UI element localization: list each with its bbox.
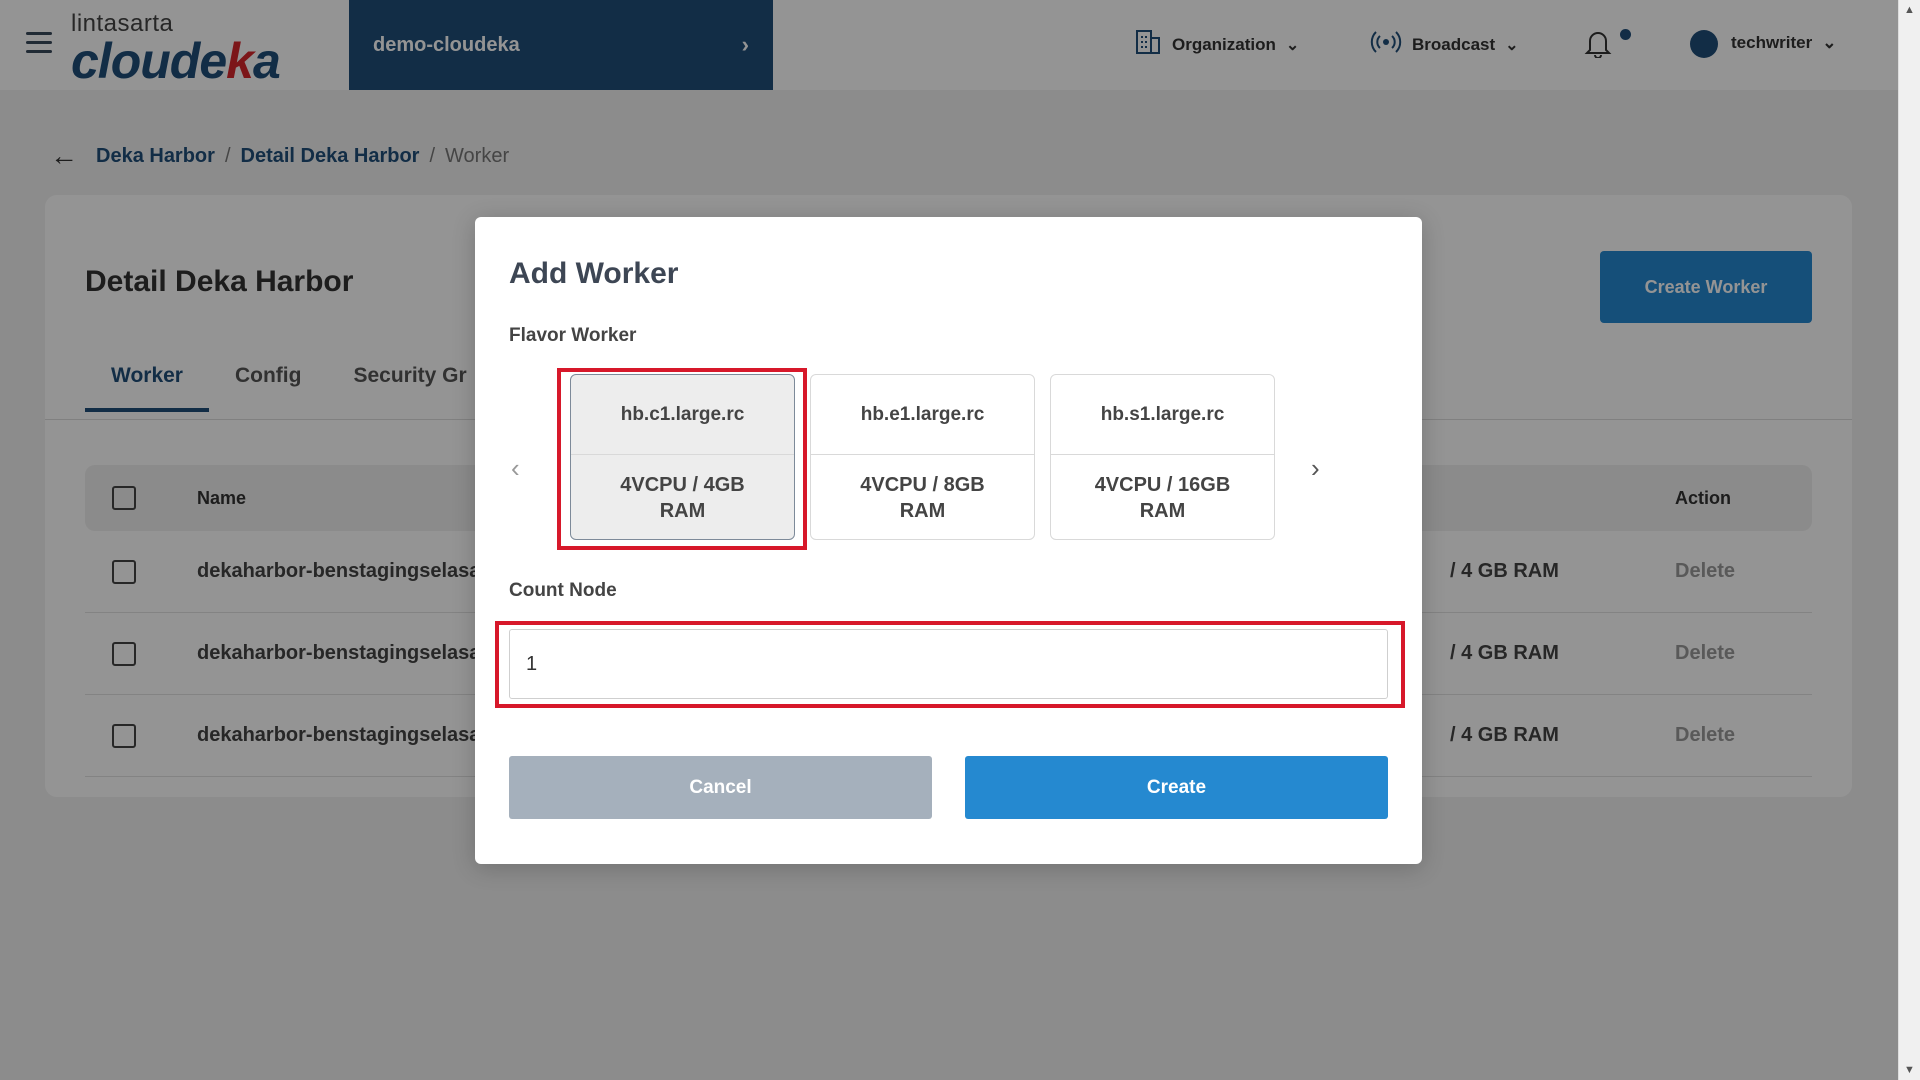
flavor-name: hb.c1.large.rc xyxy=(571,375,794,455)
page-scrollbar[interactable]: ▲ ▼ xyxy=(1898,0,1920,1080)
flavor-card-hb-s1[interactable]: hb.s1.large.rc 4VCPU / 16GB RAM xyxy=(1050,374,1275,540)
count-node-input[interactable] xyxy=(509,629,1388,699)
cancel-button[interactable]: Cancel xyxy=(509,756,932,819)
scroll-down-icon[interactable]: ▼ xyxy=(1904,1064,1915,1076)
carousel-prev-icon[interactable]: ‹ xyxy=(511,453,520,484)
flavor-name: hb.s1.large.rc xyxy=(1051,375,1274,455)
flavor-spec: 4VCPU / 8GB RAM xyxy=(860,473,985,522)
create-button[interactable]: Create xyxy=(965,756,1388,819)
flavor-worker-label: Flavor Worker xyxy=(509,325,637,346)
flavor-card-hb-e1[interactable]: hb.e1.large.rc 4VCPU / 8GB RAM xyxy=(810,374,1035,540)
flavor-name: hb.e1.large.rc xyxy=(811,375,1034,455)
dialog-title: Add Worker xyxy=(509,257,679,290)
scroll-up-icon[interactable]: ▲ xyxy=(1904,4,1915,16)
flavor-card-hb-c1[interactable]: hb.c1.large.rc 4VCPU / 4GB RAM xyxy=(570,374,795,540)
carousel-next-icon[interactable]: › xyxy=(1311,453,1320,484)
flavor-spec: 4VCPU / 16GB RAM xyxy=(1094,473,1231,522)
flavor-spec: 4VCPU / 4GB RAM xyxy=(620,473,745,522)
add-worker-dialog: Add Worker Flavor Worker ‹ hb.c1.large.r… xyxy=(475,217,1422,864)
count-node-label: Count Node xyxy=(509,580,617,601)
